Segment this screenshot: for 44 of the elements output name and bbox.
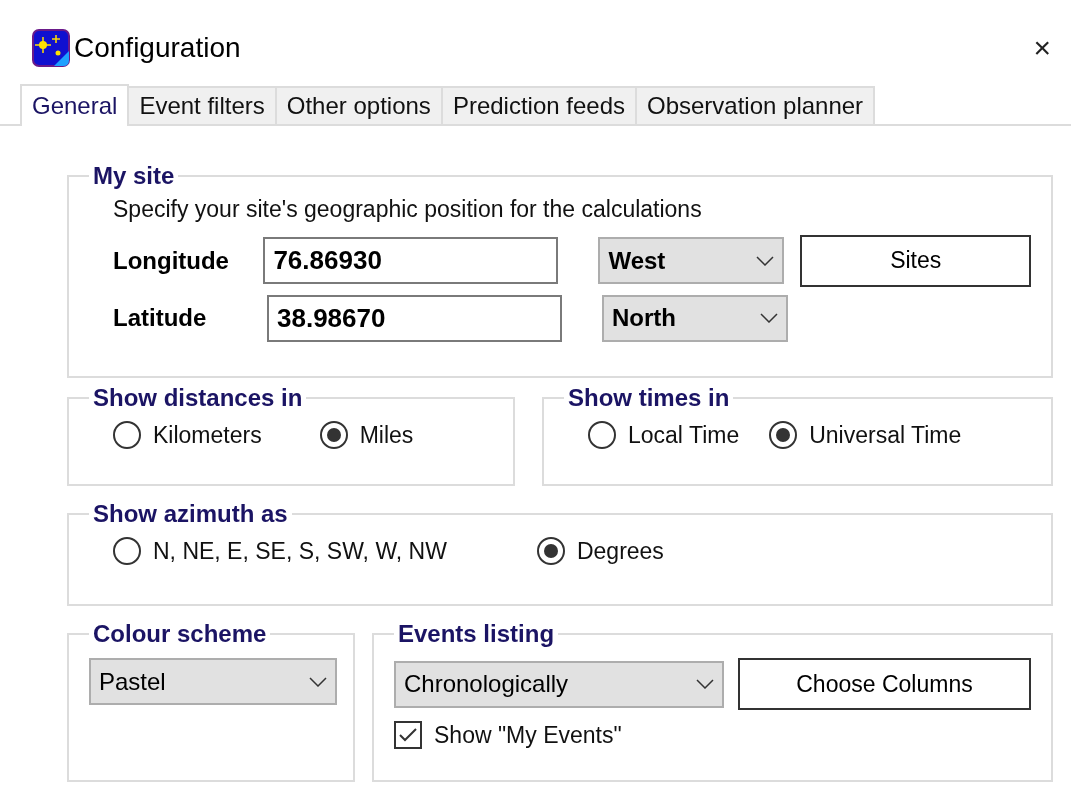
sites-button[interactable]: Sites <box>800 234 1031 287</box>
chevron-down-icon <box>760 313 778 323</box>
tab[interactable]: Observation planner <box>635 86 876 124</box>
radio-button[interactable] <box>319 421 348 450</box>
dropdown[interactable]: North <box>602 294 788 342</box>
field-label: Latitude <box>113 303 208 333</box>
group-title: Colour scheme <box>92 622 268 646</box>
chevron-down-icon <box>309 676 327 687</box>
checkbox[interactable] <box>394 721 422 750</box>
app-icon <box>32 29 70 67</box>
chevron-down-icon <box>695 679 714 689</box>
radio-label: Kilometers <box>153 421 262 450</box>
radio-button[interactable] <box>769 421 798 450</box>
radio-button[interactable] <box>113 421 141 450</box>
group-title: My site <box>92 164 176 188</box>
group-title: Show distances in <box>92 386 304 410</box>
group-title: Events listing <box>397 622 556 646</box>
radio-button[interactable] <box>588 421 616 450</box>
tab[interactable]: General <box>20 84 130 126</box>
coordinate-field[interactable]: 38.98670 <box>267 294 562 342</box>
close-button[interactable]: × <box>1025 33 1059 63</box>
field-label: Longitude <box>113 245 230 276</box>
checkbox-label: Show "My Events" <box>434 721 622 750</box>
dropdown[interactable]: West <box>598 237 785 284</box>
radio-label: Local Time <box>628 421 740 450</box>
group-title: Show azimuth as <box>92 502 289 526</box>
check-icon <box>398 727 418 744</box>
group-title: Show times in <box>567 386 731 410</box>
choose-columns-button[interactable]: Choose Columns <box>737 658 1031 710</box>
tab[interactable]: Prediction feeds <box>440 86 637 124</box>
radio-label: Universal Time <box>809 421 962 450</box>
radio-label: N, NE, E, SE, S, SW, W, NW <box>153 537 447 566</box>
dropdown[interactable]: Pastel <box>89 658 337 705</box>
radio-button[interactable] <box>536 537 565 566</box>
tab[interactable]: Other options <box>274 86 443 124</box>
coordinate-field[interactable]: 76.86930 <box>263 237 559 284</box>
radio-label: Miles <box>359 421 414 450</box>
dropdown[interactable]: Chronologically <box>394 660 724 708</box>
tab[interactable]: Event filters <box>127 86 277 124</box>
site-description: Specify your site's geographic position for the calculations <box>113 195 703 224</box>
window-title: Configuration <box>74 31 241 65</box>
radio-label: Degrees <box>576 537 664 566</box>
radio-button[interactable] <box>113 537 141 566</box>
chevron-down-icon <box>756 255 775 266</box>
